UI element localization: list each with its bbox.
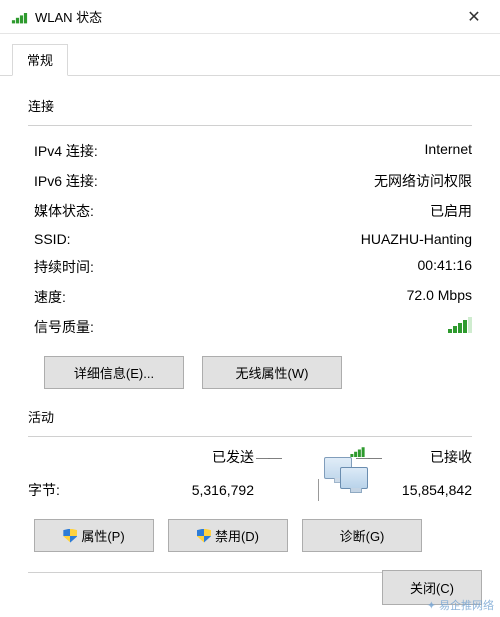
- row-ipv6: IPv6 连接: 无网络访问权限: [34, 166, 472, 196]
- disable-button[interactable]: 禁用(D): [168, 519, 288, 552]
- details-button[interactable]: 详细信息(E)...: [44, 356, 184, 389]
- diagnose-button[interactable]: 诊断(G): [302, 519, 422, 552]
- recv-label: 已接收: [382, 447, 472, 467]
- properties-button-label: 属性(P): [81, 526, 124, 545]
- connection-section: IPv4 连接: Internet IPv6 连接: 无网络访问权限 媒体状态:…: [34, 136, 472, 389]
- duration-label: 持续时间:: [34, 257, 418, 277]
- row-speed: 速度: 72.0 Mbps: [34, 282, 472, 312]
- connection-buttons: 详细信息(E)... 无线属性(W): [44, 356, 472, 389]
- window-title: WLAN 状态: [35, 7, 454, 26]
- shield-icon: [63, 529, 77, 543]
- wifi-icon: [12, 10, 27, 23]
- row-duration: 持续时间: 00:41:16: [34, 252, 472, 282]
- activity-section: 已发送 —— —— 已接收 字节: 5,316,792 15,854,842: [28, 447, 472, 501]
- title-bar: WLAN 状态 ✕: [0, 0, 500, 34]
- quality-label: 信号质量:: [34, 317, 448, 337]
- watermark-icon: ✦: [427, 599, 436, 612]
- media-label: 媒体状态:: [34, 201, 430, 221]
- ssid-label: SSID:: [34, 231, 361, 247]
- connection-heading: 连接: [28, 96, 472, 115]
- duration-value: 00:41:16: [418, 257, 473, 277]
- row-quality: 信号质量:: [34, 312, 472, 342]
- tab-general[interactable]: 常规: [12, 44, 68, 76]
- row-ssid: SSID: HUAZHU-Hanting: [34, 226, 472, 252]
- row-ipv4: IPv4 连接: Internet: [34, 136, 472, 166]
- properties-button[interactable]: 属性(P): [34, 519, 154, 552]
- signal-bars-icon: [448, 317, 472, 333]
- tab-strip: 常规: [0, 34, 500, 76]
- diagnose-button-label: 诊断(G): [340, 526, 385, 545]
- sent-label: 已发送: [164, 447, 254, 467]
- divider: [318, 479, 319, 501]
- bytes-recv: 15,854,842: [382, 482, 472, 498]
- bytes-label: 字节:: [28, 480, 164, 500]
- bytes-sent: 5,316,792: [164, 482, 254, 498]
- quality-value: [448, 317, 472, 337]
- ipv4-value: Internet: [425, 141, 472, 161]
- ipv6-value: 无网络访问权限: [374, 171, 472, 191]
- watermark-text: 易企推网络: [439, 597, 494, 613]
- ipv6-label: IPv6 连接:: [34, 171, 374, 191]
- wireless-properties-button[interactable]: 无线属性(W): [202, 356, 342, 389]
- activity-heading: 活动: [28, 407, 472, 426]
- watermark: ✦ 易企推网络: [427, 597, 494, 613]
- shield-icon: [197, 529, 211, 543]
- disable-button-label: 禁用(D): [215, 526, 259, 545]
- ssid-value: HUAZHU-Hanting: [361, 231, 472, 247]
- ipv4-label: IPv4 连接:: [34, 141, 425, 161]
- content-pane: 连接 IPv4 连接: Internet IPv6 连接: 无网络访问权限 媒体…: [0, 76, 500, 583]
- speed-label: 速度:: [34, 287, 407, 307]
- dash-left: ——: [254, 449, 282, 465]
- speed-value: 72.0 Mbps: [407, 287, 472, 307]
- row-media: 媒体状态: 已启用: [34, 196, 472, 226]
- activity-buttons: 属性(P) 禁用(D) 诊断(G): [34, 519, 472, 552]
- media-value: 已启用: [430, 201, 472, 221]
- close-icon[interactable]: ✕: [454, 3, 494, 31]
